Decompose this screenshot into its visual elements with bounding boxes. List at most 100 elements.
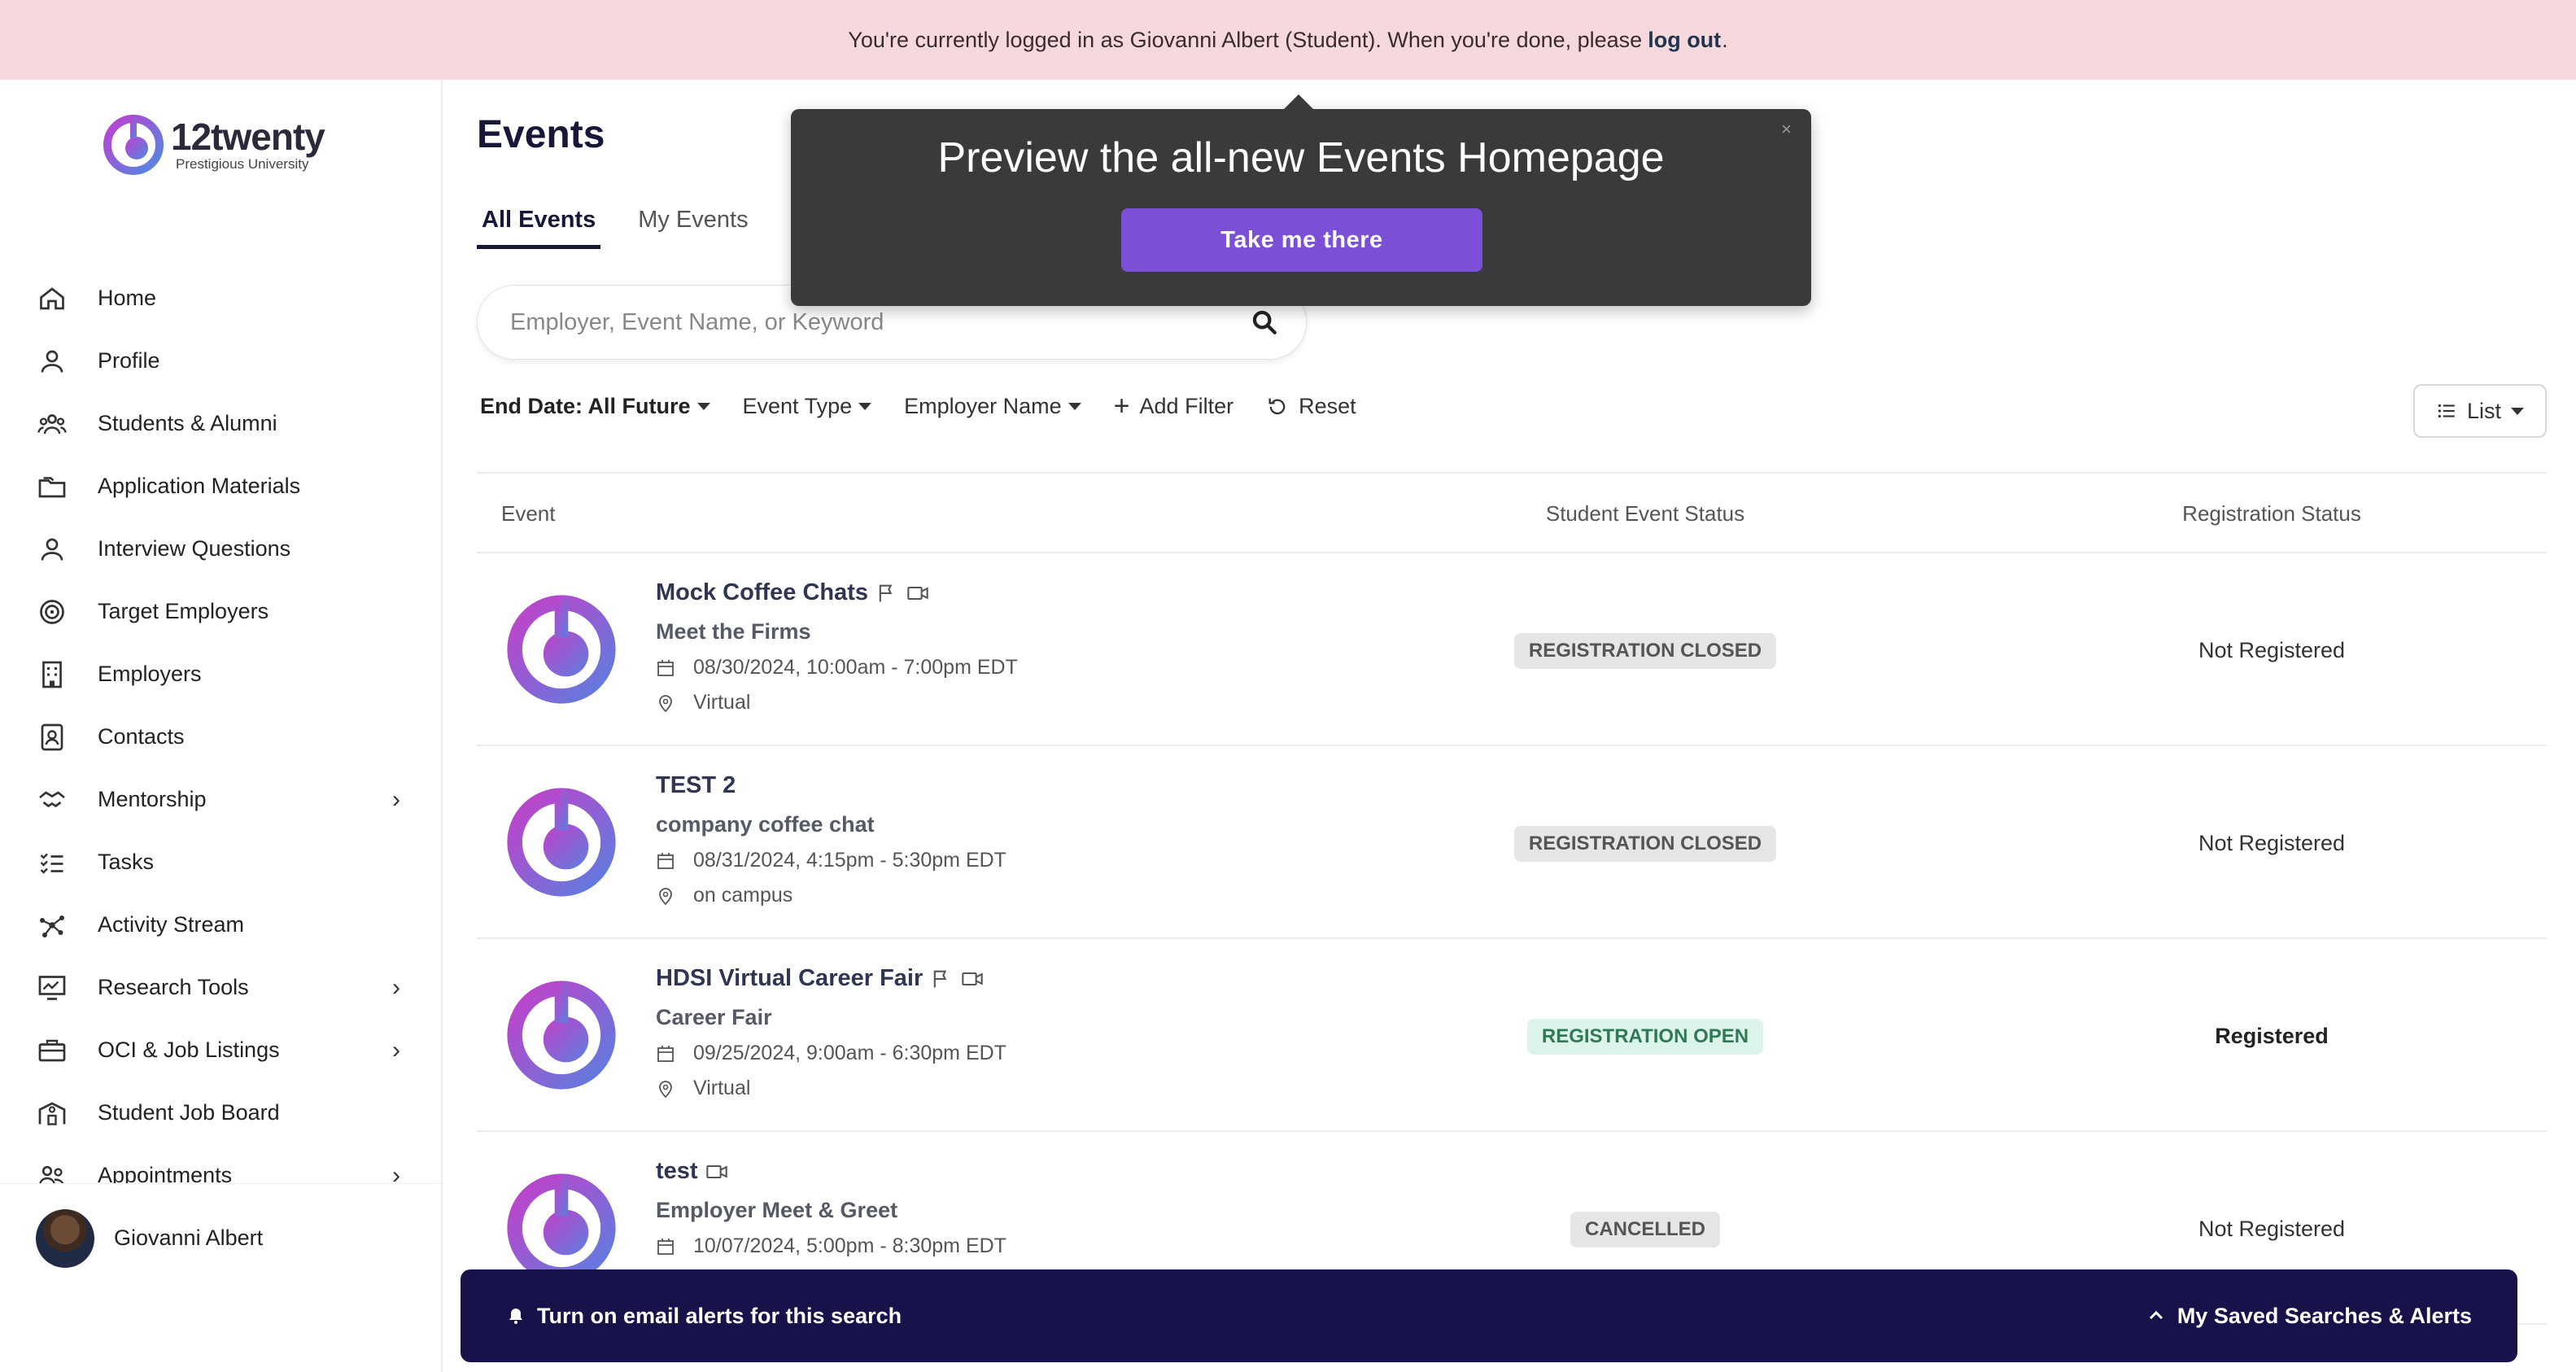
sidebar-item-research-tools[interactable]: Research Tools › [16,956,423,1019]
sidebar-nav: Home Profile Students & Alumni Application … [16,267,423,1265]
sidebar-item-label: Students & Alumni [98,411,277,435]
sidebar-item-contacts[interactable]: Contacts [16,706,423,768]
bell-icon [509,1309,522,1324]
caret-down-icon [2511,407,2525,415]
tab-all-events[interactable]: All Events [477,207,601,249]
column-header-student-status[interactable]: Student Event Status [1546,501,1744,527]
event-location: Virtual [656,691,1018,714]
event-info: test Employer Meet & Greet 10/07/2024, 5:0… [656,1158,1006,1258]
sidebar-item-label: Profile [98,348,160,373]
sidebar-item-label: Employers [98,662,202,686]
calendar-icon [657,1238,674,1255]
search-icon[interactable] [1251,308,1278,336]
employer-name-filter[interactable]: Employer Name [904,394,1081,419]
sidebar-item-employers[interactable]: Employers [16,643,423,706]
sidebar-item-student-job-board[interactable]: Student Job Board [16,1081,423,1144]
event-title[interactable]: TEST 2 [656,772,1006,799]
table-body: Mock Coffee Chats Meet the Firms 08/30/202… [477,553,2547,1325]
location-pin-icon [659,694,672,712]
chevron-up-icon [2149,1310,2163,1320]
email-alerts-toggle[interactable]: Turn on email alerts for this search [506,1304,902,1329]
caret-down-icon [696,403,710,410]
sidebar-item-oci-and-job-listings[interactable]: OCI & Job Listings › [16,1019,423,1081]
end-date-filter[interactable]: End Date: All Future [480,394,710,419]
event-location: on campus [656,884,1006,907]
end-date-filter-label: End Date: All Future [480,394,691,418]
banner-suffix: . [1722,27,1728,52]
contact-card-icon [36,721,68,754]
event-info: TEST 2 company coffee chat 08/31/2024, 4:1… [656,772,1006,907]
popover-arrow [1284,94,1313,109]
event-location-text: Virtual [693,1077,751,1099]
view-toggle-label: List [2466,398,2502,423]
chevron-right-icon[interactable]: › [392,974,400,1002]
column-header-event[interactable]: Event [501,501,556,527]
event-title[interactable]: HDSI Virtual Career Fair [656,965,1006,992]
sidebar-item-interview-questions[interactable]: Interview Questions [16,518,423,580]
status-badge: REGISTRATION CLOSED [1513,826,1777,862]
event-date-text: 08/31/2024, 4:15pm - 5:30pm EDT [693,849,1006,872]
sidebar-nav-scroll[interactable]: Home Profile Students & Alumni Application … [0,133,443,1265]
saved-searches-toggle[interactable]: My Saved Searches & Alerts [2146,1304,2472,1329]
user-name: Giovanni Albert [114,1226,264,1250]
registration-status: Not Registered [2198,638,2346,662]
sidebar-item-label: Mentorship [98,787,207,811]
sidebar-item-application-materials[interactable]: Application Materials [16,455,423,518]
event-type-filter[interactable]: Event Type [743,394,872,419]
search-input[interactable] [510,308,1251,336]
impersonation-banner: You're currently logged in as Giovanni A… [0,0,2576,80]
sidebar-item-label: Activity Stream [98,912,245,937]
checklist-icon [36,846,68,879]
page-title: Events [477,113,605,156]
take-me-there-button[interactable]: Take me there [1121,208,1482,272]
event-date-text: 10/07/2024, 5:00pm - 8:30pm EDT [693,1234,1006,1257]
add-filter-button[interactable]: + Add Filter [1113,391,1233,422]
sidebar-item-activity-stream[interactable]: Activity Stream [16,894,423,956]
reset-label: Reset [1299,394,1356,418]
event-info: Mock Coffee Chats Meet the Firms 08/30/202… [656,579,1018,714]
status-badge: REGISTRATION OPEN [1526,1019,1764,1055]
chevron-right-icon[interactable]: › [392,786,400,814]
sidebar-item-target-employers[interactable]: Target Employers [16,580,423,643]
chevron-right-icon[interactable]: › [392,1037,400,1064]
events-homepage-popover: × Preview the all-new Events Homepage Ta… [791,94,1811,306]
logout-link[interactable]: log out [1648,28,1721,53]
chart-screen-icon [36,972,68,1004]
person-icon [36,533,68,566]
event-logo [501,589,622,710]
building-icon [36,658,68,691]
user-menu[interactable]: Giovanni Albert [0,1183,441,1292]
sidebar-item-label: Contacts [98,724,185,749]
video-icon [962,972,983,985]
handshake-icon [36,784,68,816]
tab-my-events[interactable]: My Events [633,207,753,249]
sidebar-item-students-and-alumni[interactable]: Students & Alumni [16,392,423,455]
reset-button[interactable]: Reset [1266,394,1356,419]
event-date: 09/25/2024, 9:00am - 6:30pm EDT [656,1042,1006,1065]
event-info: HDSI Virtual Career Fair Career Fair 09/25… [656,965,1006,1100]
registration-status: Not Registered [2198,831,2346,855]
sidebar-item-profile[interactable]: Profile [16,330,423,392]
sidebar-item-tasks[interactable]: Tasks [16,831,423,894]
calendar-icon [657,659,674,676]
event-title-text: Mock Coffee Chats [656,579,869,605]
table-row[interactable]: TEST 2 company coffee chat 08/31/2024, 4:1… [477,746,2547,939]
event-type: company coffee chat [656,812,875,837]
table-row[interactable]: HDSI Virtual Career Fair Career Fair 09/25… [477,939,2547,1132]
event-location-text: on campus [693,884,793,907]
status-badge: CANCELLED [1570,1212,1720,1247]
caret-down-icon [858,403,872,410]
column-header-registration-status[interactable]: Registration Status [2182,501,2361,527]
event-title-text: TEST 2 [656,772,736,798]
plus-icon: + [1113,391,1130,422]
location-pin-icon [659,887,672,905]
home-icon [36,282,68,315]
target-icon [36,596,68,628]
event-date: 10/07/2024, 5:00pm - 8:30pm EDT [656,1234,1006,1258]
sidebar-item-home[interactable]: Home [16,267,423,330]
event-title[interactable]: Mock Coffee Chats [656,579,1018,606]
view-toggle-button[interactable]: List [2413,384,2547,438]
table-row[interactable]: Mock Coffee Chats Meet the Firms 08/30/202… [477,553,2547,746]
sidebar-item-mentorship[interactable]: Mentorship › [16,768,423,831]
event-title[interactable]: test [656,1158,1006,1185]
